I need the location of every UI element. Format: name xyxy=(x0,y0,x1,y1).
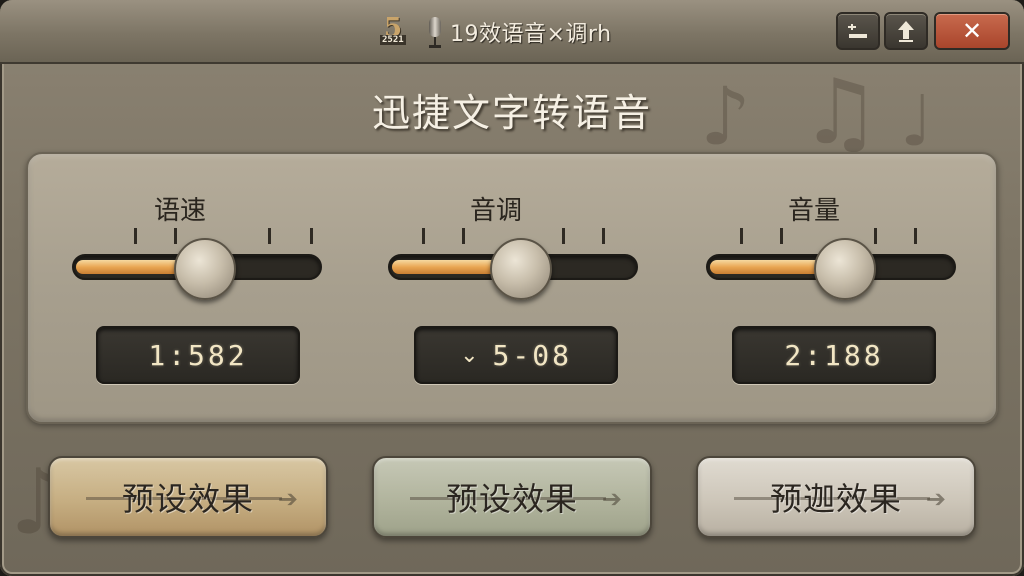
preset-button-3[interactable]: ➔ 预迦效果 xyxy=(696,456,976,538)
speed-label: 语速 xyxy=(153,196,206,226)
pitch-label: 音调 xyxy=(469,196,522,226)
pitch-readout[interactable]: ⌄ 5-08 xyxy=(414,326,618,384)
preset-button-1[interactable]: ➔ 预设效果 xyxy=(48,456,328,538)
volume-label: 音量 xyxy=(787,196,840,226)
volume-slider-knob[interactable] xyxy=(814,238,876,300)
up-arrow-icon xyxy=(898,21,914,42)
volume-readout: 2:188 xyxy=(732,326,936,384)
speed-slider-knob[interactable] xyxy=(174,238,236,300)
minimize-icon xyxy=(848,24,867,38)
close-button[interactable]: ✕ xyxy=(934,12,1010,50)
volume-slider-fill xyxy=(710,260,826,274)
volume-control: 音量 2:188 xyxy=(692,154,956,424)
title-bar[interactable]: 5 2521 19效语音×调rh ✕ xyxy=(0,0,1024,64)
app-window: ♪ ♫ ♩ ♪ 5 2521 19效语音×调rh ✕ 迅捷文字转语音 语速 1:… xyxy=(0,0,1024,576)
window-title: 19效语音×调rh xyxy=(450,22,612,47)
page-title: 迅捷文字转语音 xyxy=(371,91,652,135)
preset-label: 预设效果 xyxy=(121,480,254,518)
pitch-value: 5-08 xyxy=(492,338,572,372)
pitch-control: 音调 ⌄ 5-08 xyxy=(374,154,638,424)
speed-control: 语速 1:582 xyxy=(58,154,322,424)
volume-ticks xyxy=(692,228,952,248)
app-logo-subtext: 2521 xyxy=(380,35,406,45)
minimize-button[interactable] xyxy=(836,12,880,50)
controls-panel: 语速 1:582 音调 ⌄ 5-08 音量 2:188 xyxy=(26,152,998,424)
title-group: 5 2521 19效语音×调rh xyxy=(380,13,612,50)
speed-readout: 1:582 xyxy=(96,326,300,384)
preset-label: 预迦效果 xyxy=(769,480,902,518)
app-logo-icon: 5 2521 xyxy=(380,13,420,49)
close-icon: ✕ xyxy=(961,17,983,45)
restore-button[interactable] xyxy=(884,12,928,50)
microphone-icon xyxy=(426,15,444,49)
speed-value: 1:582 xyxy=(148,338,248,372)
pitch-slider-knob[interactable] xyxy=(490,238,552,300)
preset-label: 预设效果 xyxy=(445,480,578,518)
chevron-down-icon[interactable]: ⌄ xyxy=(460,343,478,368)
preset-button-2[interactable]: ➔ 预设效果 xyxy=(372,456,652,538)
volume-value: 2:188 xyxy=(784,338,884,372)
